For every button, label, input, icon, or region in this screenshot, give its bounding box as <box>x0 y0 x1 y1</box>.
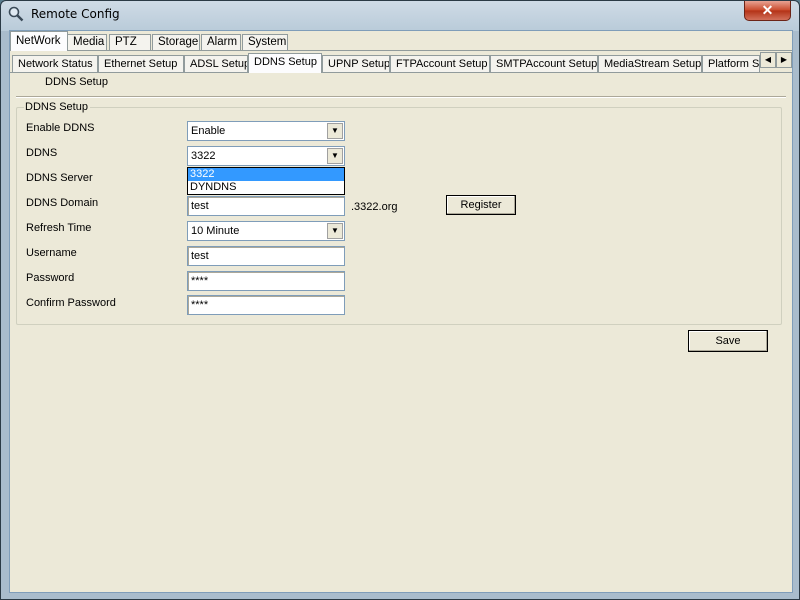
page-subheader: DDNS Setup <box>45 76 108 88</box>
tab-label: Media <box>73 36 105 48</box>
separator <box>16 96 786 98</box>
domain-suffix: .3322.org <box>351 201 398 213</box>
close-button[interactable]: ✕ <box>744 1 791 21</box>
tab-label: Network Status <box>18 58 93 70</box>
confirm-password-input[interactable]: **** <box>187 295 345 315</box>
tab-label: Platform Se <box>708 58 760 70</box>
close-icon: ✕ <box>761 2 774 18</box>
enable-ddns-select[interactable]: Enable ▼ <box>187 121 345 141</box>
tab-label: NetWork <box>16 35 61 47</box>
password-input[interactable]: **** <box>187 271 345 291</box>
tab-label: Storage <box>158 36 199 48</box>
dropdown-option-3322[interactable]: 3322 <box>188 168 344 181</box>
tab-label: PTZ <box>115 36 137 48</box>
enable-ddns-label: Enable DDNS <box>26 122 95 134</box>
groupbox-title: DDNS Setup <box>24 101 90 113</box>
app-search-icon <box>8 6 24 22</box>
window-title: Remote Config <box>31 7 120 21</box>
register-button[interactable]: Register <box>446 195 516 215</box>
enable-ddns-value: Enable <box>191 125 226 137</box>
ddns-groupbox <box>16 107 782 325</box>
tab-label: System <box>248 36 287 48</box>
ddns-label: DDNS <box>26 147 58 159</box>
tab-network[interactable]: NetWork <box>10 31 68 51</box>
tab-mediastream-setup[interactable]: MediaStream Setup <box>598 55 702 73</box>
tab-upnp-setup[interactable]: UPNP Setup <box>322 55 390 73</box>
chevron-down-icon[interactable]: ▼ <box>327 148 343 164</box>
refresh-time-select[interactable]: 10 Minute ▼ <box>187 221 345 241</box>
tab-ethernet-setup[interactable]: Ethernet Setup <box>98 55 184 73</box>
tab-adsl-setup[interactable]: ADSL Setup <box>184 55 248 73</box>
tab-ftpaccount-setup[interactable]: FTPAccount Setup <box>390 55 490 73</box>
ddns-server-label: DDNS Server <box>26 172 93 184</box>
ddns-domain-input[interactable]: test <box>187 196 345 216</box>
confirm-password-label: Confirm Password <box>26 297 116 309</box>
main-tab-bar: NetWork Media PTZ Storage Alarm System <box>10 31 792 51</box>
dropdown-option-dyndns[interactable]: DYNDNS <box>188 181 344 194</box>
tab-smtpaccount-setup[interactable]: SMTPAccount Setup <box>490 55 598 73</box>
tab-divider <box>10 50 792 51</box>
chevron-down-icon[interactable]: ▼ <box>327 123 343 139</box>
title-bar[interactable]: Remote Config ✕ <box>1 1 799 29</box>
tab-ptz[interactable]: PTZ <box>109 34 151 51</box>
tab-media[interactable]: Media <box>67 34 107 51</box>
tab-divider <box>10 72 792 73</box>
chevron-down-icon[interactable]: ▼ <box>327 223 343 239</box>
tab-platform-setup[interactable]: Platform Se <box>702 55 760 73</box>
refresh-time-value: 10 Minute <box>191 225 240 237</box>
tab-alarm[interactable]: Alarm <box>201 34 241 51</box>
tab-label: UPNP Setup <box>328 58 390 70</box>
scroll-right-icon[interactable]: ▶ <box>776 52 792 68</box>
ddns-provider-select[interactable]: 3322 ▼ <box>187 146 345 166</box>
client-area: NetWork Media PTZ Storage Alarm System N… <box>9 30 793 593</box>
tab-label: FTPAccount Setup <box>396 58 488 70</box>
tab-label: ADSL Setup <box>190 58 248 70</box>
ddns-domain-label: DDNS Domain <box>26 197 99 209</box>
tab-label: DDNS Setup <box>254 56 317 68</box>
password-label: Password <box>26 272 75 284</box>
username-label: Username <box>26 247 77 259</box>
tab-system[interactable]: System <box>242 34 288 51</box>
ddns-provider-dropdown: 3322 DYNDNS <box>187 167 345 195</box>
tab-storage[interactable]: Storage <box>152 34 200 51</box>
tab-scroll-arrows: ◀ ▶ <box>760 52 792 68</box>
refresh-time-label: Refresh Time <box>26 222 92 234</box>
tab-label: Ethernet Setup <box>104 58 178 70</box>
network-tab-bar: Network Status Ethernet Setup ADSL Setup… <box>10 53 792 73</box>
save-button[interactable]: Save <box>688 330 768 352</box>
tab-label: Alarm <box>207 36 238 48</box>
tab-network-status[interactable]: Network Status <box>12 55 98 73</box>
tab-ddns-setup[interactable]: DDNS Setup <box>248 53 322 73</box>
tab-label: MediaStream Setup <box>604 58 702 70</box>
tab-label: SMTPAccount Setup <box>496 58 598 70</box>
username-input[interactable]: test <box>187 246 345 266</box>
remote-config-window: Remote Config ✕ NetWork Media PTZ Storag… <box>0 0 800 600</box>
ddns-provider-value: 3322 <box>191 150 216 162</box>
scroll-left-icon[interactable]: ◀ <box>760 52 776 68</box>
